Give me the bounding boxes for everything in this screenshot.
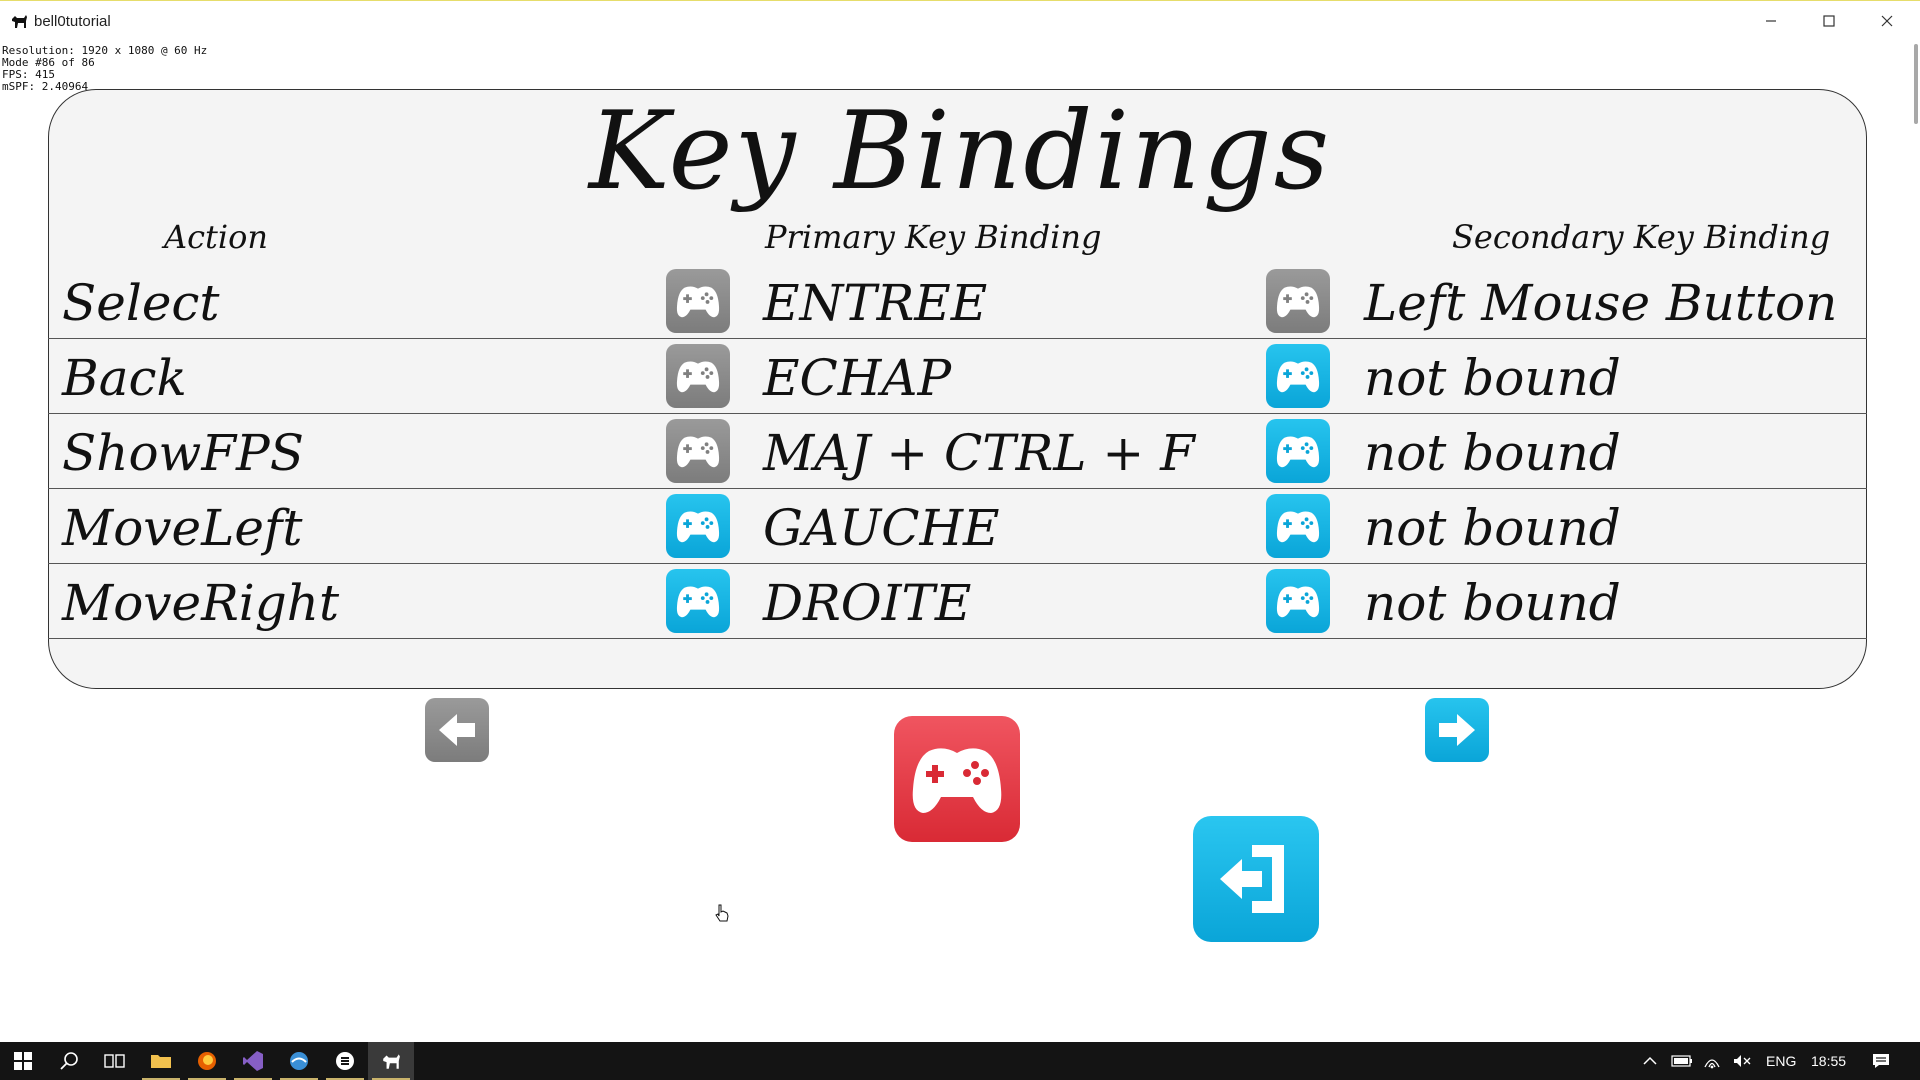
action-name: ShowFPS	[62, 424, 304, 482]
task-view-button[interactable]	[92, 1042, 138, 1080]
gamepad-icon	[676, 436, 720, 468]
taskbar-media-player[interactable]	[322, 1042, 368, 1080]
close-icon	[1881, 15, 1893, 27]
secondary-gamepad-toggle-button[interactable]	[1266, 569, 1330, 633]
search-icon	[60, 1052, 78, 1070]
secondary-binding[interactable]: not bound	[1364, 348, 1621, 408]
primary-binding[interactable]: DROITE	[763, 573, 971, 633]
action-center-button[interactable]	[1858, 1042, 1904, 1080]
maximize-button[interactable]	[1806, 7, 1852, 35]
taskbar-file-explorer[interactable]	[138, 1042, 184, 1080]
tray-language[interactable]: ENG	[1766, 1053, 1796, 1069]
primary-gamepad-toggle-button[interactable]	[666, 494, 730, 558]
gamepad-icon	[1276, 586, 1320, 618]
browser-icon	[290, 1052, 308, 1070]
previous-page-button[interactable]	[425, 698, 489, 762]
visual-studio-icon	[243, 1051, 263, 1071]
secondary-binding[interactable]: not bound	[1364, 423, 1621, 483]
battery-icon	[1671, 1055, 1692, 1067]
action-name: MoveRight	[62, 574, 340, 632]
next-page-button[interactable]	[1425, 698, 1489, 762]
start-button[interactable]	[0, 1042, 46, 1080]
gamepad-icon	[1276, 511, 1320, 543]
column-header-action: Action	[164, 218, 268, 256]
close-button[interactable]	[1864, 7, 1910, 35]
gamepad-icon	[676, 361, 720, 393]
hand-cursor-icon	[715, 904, 729, 922]
gamepad-icon	[1276, 286, 1320, 318]
primary-gamepad-toggle-button[interactable]	[666, 419, 730, 483]
file-explorer-icon	[151, 1055, 171, 1068]
arrow-left-icon	[439, 714, 475, 746]
gamepad-icon	[1276, 361, 1320, 393]
exit-button[interactable]	[1193, 816, 1319, 942]
secondary-gamepad-toggle-button[interactable]	[1266, 269, 1330, 333]
page-title: Key Bindings	[588, 89, 1332, 214]
secondary-gamepad-toggle-button[interactable]	[1266, 344, 1330, 408]
minimize-button[interactable]	[1748, 7, 1794, 35]
chevron-up-icon	[1643, 1056, 1657, 1065]
gamepad-icon	[676, 286, 720, 318]
tray-clock[interactable]: 18:55	[1811, 1053, 1846, 1069]
action-name: MoveLeft	[62, 499, 303, 557]
primary-binding[interactable]: ECHAP	[763, 348, 951, 408]
taskbar-browser[interactable]	[276, 1042, 322, 1080]
action-name: Select	[62, 274, 220, 332]
gamepad-icon	[676, 511, 720, 543]
primary-gamepad-toggle-button[interactable]	[666, 269, 730, 333]
maximize-icon	[1823, 15, 1835, 27]
taskbar-search-button[interactable]	[46, 1042, 92, 1080]
primary-gamepad-toggle-button[interactable]	[666, 569, 730, 633]
gamepad-icon	[676, 586, 720, 618]
taskbar-bell0tutorial[interactable]	[368, 1042, 414, 1080]
secondary-binding[interactable]: Left Mouse Button	[1364, 273, 1837, 333]
tray-volume[interactable]	[1722, 1042, 1762, 1080]
bell0tutorial-app-icon	[383, 1054, 400, 1069]
gamepad-mode-button[interactable]	[894, 716, 1020, 842]
windows-taskbar: ENG 18:55	[0, 1042, 1920, 1080]
arrow-right-icon	[1439, 714, 1475, 746]
taskbar-firefox[interactable]	[184, 1042, 230, 1080]
secondary-binding[interactable]: not bound	[1364, 498, 1621, 558]
window-titlebar: bell0tutorial	[0, 0, 1920, 40]
primary-binding[interactable]: ENTREE	[763, 273, 987, 333]
primary-binding[interactable]: MAJ + CTRL + F	[763, 423, 1195, 483]
debug-overlay: Resolution: 1920 x 1080 @ 60 Hz Mode #86 …	[2, 45, 207, 93]
volume-muted-icon	[1734, 1055, 1751, 1067]
firefox-icon	[198, 1052, 216, 1070]
action-name: Back	[62, 349, 187, 407]
app-icon	[12, 15, 27, 28]
gamepad-icon	[912, 748, 1002, 813]
windows-start-icon	[14, 1052, 32, 1070]
secondary-gamepad-toggle-button[interactable]	[1266, 419, 1330, 483]
secondary-binding[interactable]: not bound	[1364, 573, 1621, 633]
column-header-primary: Primary Key Binding	[765, 218, 1102, 256]
exit-icon	[1220, 845, 1284, 913]
primary-binding[interactable]: GAUCHE	[763, 498, 1000, 558]
task-view-icon	[104, 1054, 125, 1068]
window-title: bell0tutorial	[34, 13, 111, 30]
minimize-icon	[1766, 20, 1776, 22]
primary-gamepad-toggle-button[interactable]	[666, 344, 730, 408]
wifi-icon	[1704, 1059, 1720, 1069]
media-player-icon	[336, 1052, 354, 1070]
notifications-icon	[1873, 1054, 1889, 1068]
taskbar-visual-studio[interactable]	[230, 1042, 276, 1080]
gamepad-icon	[1276, 436, 1320, 468]
secondary-gamepad-toggle-button[interactable]	[1266, 494, 1330, 558]
column-header-secondary: Secondary Key Binding	[1452, 218, 1831, 256]
